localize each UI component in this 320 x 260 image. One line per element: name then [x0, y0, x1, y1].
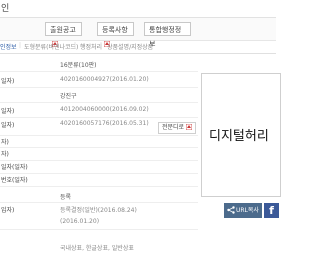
field-value: (2016.01.20)	[60, 218, 100, 225]
field-label: 일자)	[1, 108, 15, 115]
field-value: 4020160004927(2016.01.20)	[60, 76, 149, 83]
registration-button-label: 등록사항	[102, 26, 128, 34]
tab-vienna-code[interactable]: 도형분류(비엔나코드)	[24, 42, 78, 51]
tab-separator: |	[74, 42, 77, 49]
tab-separator: |	[19, 42, 22, 49]
row-divider	[0, 229, 198, 230]
row-divider	[0, 202, 198, 203]
page-title: 인	[1, 4, 10, 14]
row-divider	[0, 160, 198, 161]
tab-admin[interactable]: 행정처리	[80, 42, 102, 51]
copy-url-label: URL복사	[236, 207, 259, 214]
field-value: 16분류(10판)	[60, 62, 97, 69]
field-value: 국내상표, 한글상표, 일반상표	[60, 245, 134, 252]
expert-view-button[interactable]: 전문디로	[158, 122, 196, 134]
tab-separator: |	[100, 42, 103, 49]
trademark-image: 디지털허리	[201, 73, 281, 197]
row-divider	[0, 186, 198, 187]
field-value: 4020160057176(2016.05.31)	[60, 120, 149, 127]
row-divider	[0, 147, 198, 148]
row-divider	[0, 135, 198, 136]
field-label: 자)	[1, 139, 9, 146]
share-icon	[227, 206, 235, 214]
toolbar	[0, 18, 276, 41]
row-divider	[0, 117, 198, 118]
field-label: 일자(일자)	[1, 164, 28, 171]
field-label: 일자)	[1, 78, 15, 85]
expert-view-button-label: 전문디로	[162, 124, 185, 131]
field-value: 등록	[60, 194, 72, 201]
registration-button[interactable]: 등록사항	[97, 22, 134, 47]
field-value: 등록결정(일반)(2016.08.24)	[60, 207, 137, 214]
page-header: 인	[0, 0, 276, 18]
row-divider	[0, 173, 198, 174]
row-divider	[0, 71, 198, 72]
publication-button[interactable]: 출원공고	[45, 22, 82, 47]
field-value: 강진구	[60, 93, 77, 100]
admin-info-button[interactable]: 통합행정정보	[144, 22, 191, 48]
publication-button-label: 출원공고	[50, 26, 76, 34]
pdf-icon	[186, 124, 193, 130]
trademark-text: 디지털허리	[209, 129, 269, 144]
field-label: 입자)	[1, 207, 15, 214]
field-value: 4012004060000(2016.09.02)	[60, 106, 149, 113]
copy-url-button[interactable]: URL복사	[224, 203, 262, 218]
facebook-share-button[interactable]: f	[264, 203, 279, 218]
row-divider	[0, 102, 198, 103]
tabs-divider	[0, 53, 276, 54]
row-divider	[0, 87, 198, 88]
field-label: 번호(일자)	[1, 177, 28, 184]
tab-info[interactable]: 인정보	[0, 42, 17, 51]
field-label: 자)	[1, 151, 9, 158]
facebook-icon: f	[269, 204, 274, 217]
field-label: 일자)	[1, 122, 15, 129]
tab-goods[interactable]: 상품설명/지정상품	[107, 42, 153, 51]
